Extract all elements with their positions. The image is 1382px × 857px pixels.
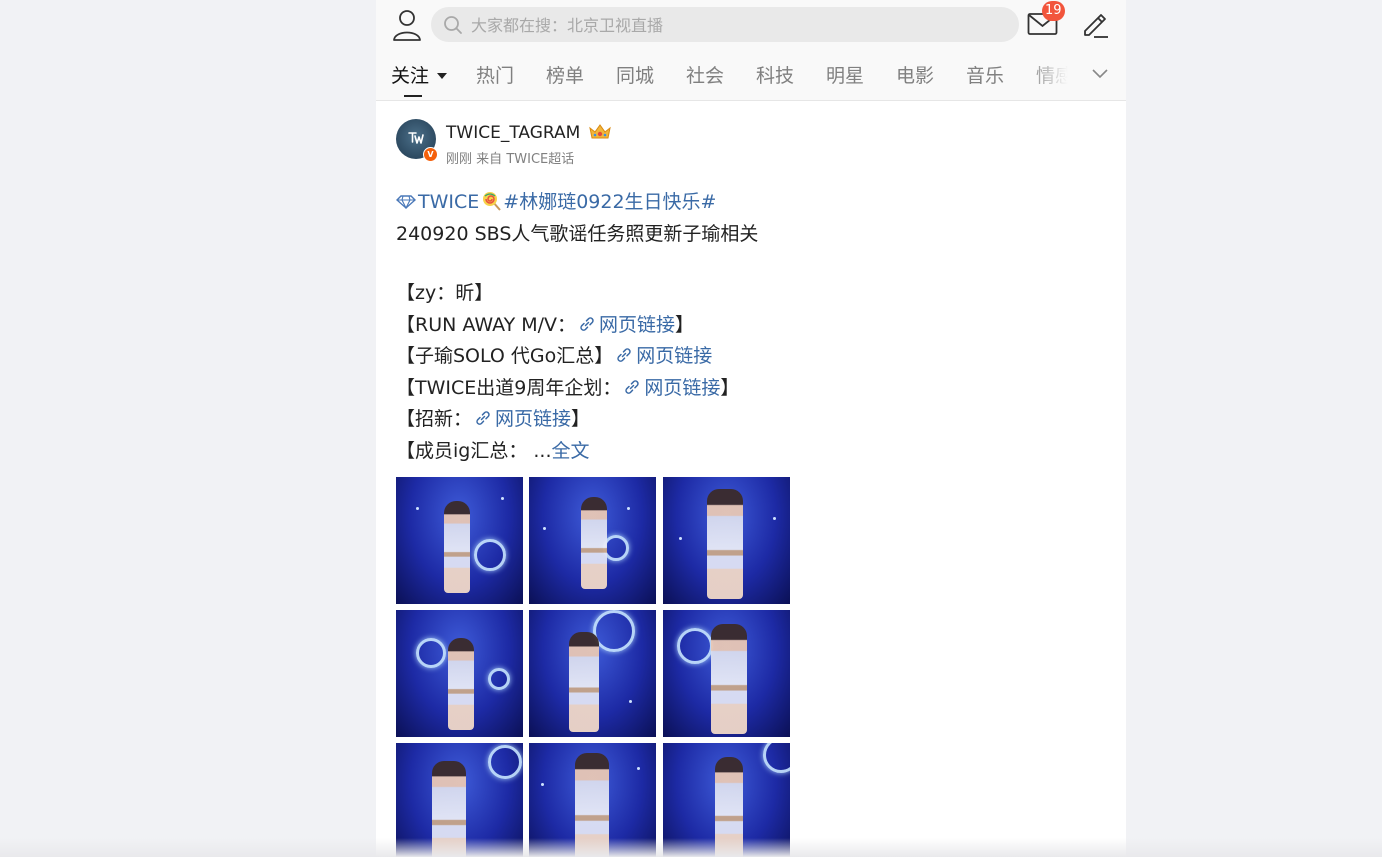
tab-society[interactable]: 社会 — [686, 64, 724, 88]
post-meta: 刚刚 来自 TWICE超话 — [446, 148, 574, 167]
search-bar[interactable] — [431, 7, 1019, 44]
content-line: 【子瑜SOLO 代Go汇总】 网页链接 — [396, 341, 1106, 373]
photo-thumbnail[interactable] — [663, 477, 790, 604]
photo-thumbnail[interactable] — [663, 610, 790, 737]
post-source[interactable]: TWICE超话 — [506, 152, 574, 167]
tab-ranking[interactable]: 榜单 — [546, 64, 584, 88]
twice-logo-icon — [408, 132, 424, 144]
content-line: 240920 SBS人气歌谣任务照更新子瑜相关 — [396, 222, 759, 245]
tab-hot[interactable]: 热门 — [476, 64, 514, 88]
user-icon[interactable] — [392, 9, 422, 41]
link-icon — [476, 411, 490, 425]
tab-music[interactable]: 音乐 — [966, 64, 1004, 88]
weibo-page: 19 关注 热门 榜单 同城 社会 科技 明星 电影 音乐 情感 — [376, 0, 1126, 857]
tab-following[interactable]: 关注 — [391, 64, 429, 88]
mail-badge: 19 — [1042, 1, 1065, 21]
content-text: 】 — [571, 408, 591, 430]
content-text: 【招新： — [396, 408, 473, 430]
edit-icon[interactable] — [1080, 9, 1110, 39]
content-text: 【子瑜SOLO 代Go汇总】 — [396, 345, 614, 367]
photo-thumbnail[interactable] — [529, 477, 656, 604]
content-text: 【TWICE出道9周年企划： — [396, 376, 622, 399]
tab-movies[interactable]: 电影 — [896, 64, 934, 88]
content-line: 【招新： 网页链接】 — [396, 404, 1106, 436]
channel-tabs: 关注 热门 榜单 同城 社会 科技 明星 电影 音乐 情感 — [391, 60, 1081, 100]
diamond-icon — [396, 195, 416, 209]
content-line: 【zy：昕】 — [396, 282, 494, 304]
link-icon — [617, 348, 631, 362]
tab-tech[interactable]: 科技 — [756, 64, 794, 88]
web-link[interactable]: 网页链接 — [644, 377, 720, 399]
chevron-down-icon[interactable] — [1090, 64, 1110, 84]
content-line: 【TWICE出道9周年企划： 网页链接】 — [396, 373, 1106, 405]
hashtag-link[interactable]: #林娜琏0922生日快乐# — [503, 191, 716, 213]
content-line-topic: TWICE #林娜琏0922生日快乐# — [396, 187, 1106, 219]
content-line: 【成员ig汇总： ...全文 — [396, 436, 1106, 468]
link-icon — [625, 379, 640, 394]
topic-link[interactable]: TWICE — [418, 191, 479, 213]
tab-local[interactable]: 同城 — [616, 64, 654, 88]
lollipop-icon — [483, 192, 502, 211]
caret-down-icon[interactable] — [437, 73, 447, 79]
verified-badge-icon: V — [423, 147, 438, 162]
post-from-label: 来自 — [476, 152, 503, 167]
web-link[interactable]: 网页链接 — [636, 345, 712, 367]
tabs-fade-overlay — [1026, 60, 1086, 99]
content-text: 【成员ig汇总： ... — [396, 439, 552, 462]
photo-thumbnail[interactable] — [396, 477, 523, 604]
active-tab-indicator — [404, 95, 422, 97]
link-icon — [580, 316, 594, 331]
content-text: 【RUN AWAY M/V： — [396, 313, 577, 336]
search-icon — [444, 16, 462, 34]
photo-grid — [396, 477, 796, 857]
content-gap — [396, 250, 1106, 278]
web-link[interactable]: 网页链接 — [599, 314, 675, 336]
tab-stars[interactable]: 明星 — [826, 64, 864, 88]
web-link[interactable]: 网页链接 — [495, 408, 571, 430]
content-line: 【RUN AWAY M/V： 网页链接】 — [396, 310, 1106, 342]
photo-thumbnail[interactable] — [396, 610, 523, 737]
post-time: 刚刚 — [446, 152, 473, 167]
content-text: 】 — [675, 313, 695, 336]
crown-icon — [589, 124, 611, 139]
content-text: 】 — [720, 376, 740, 399]
bottom-shadow — [0, 838, 1382, 857]
top-header: 19 关注 热门 榜单 同城 社会 科技 明星 电影 音乐 情感 — [376, 0, 1126, 101]
search-input[interactable] — [469, 7, 1013, 44]
photo-thumbnail[interactable] — [529, 610, 656, 737]
post-content: TWICE #林娜琏0922生日快乐# 240920 SBS人气歌谣任务照更新子… — [396, 187, 1106, 467]
expand-full-text-link[interactable]: 全文 — [552, 440, 590, 462]
post-username[interactable]: TWICE_TAGRAM — [446, 123, 580, 143]
